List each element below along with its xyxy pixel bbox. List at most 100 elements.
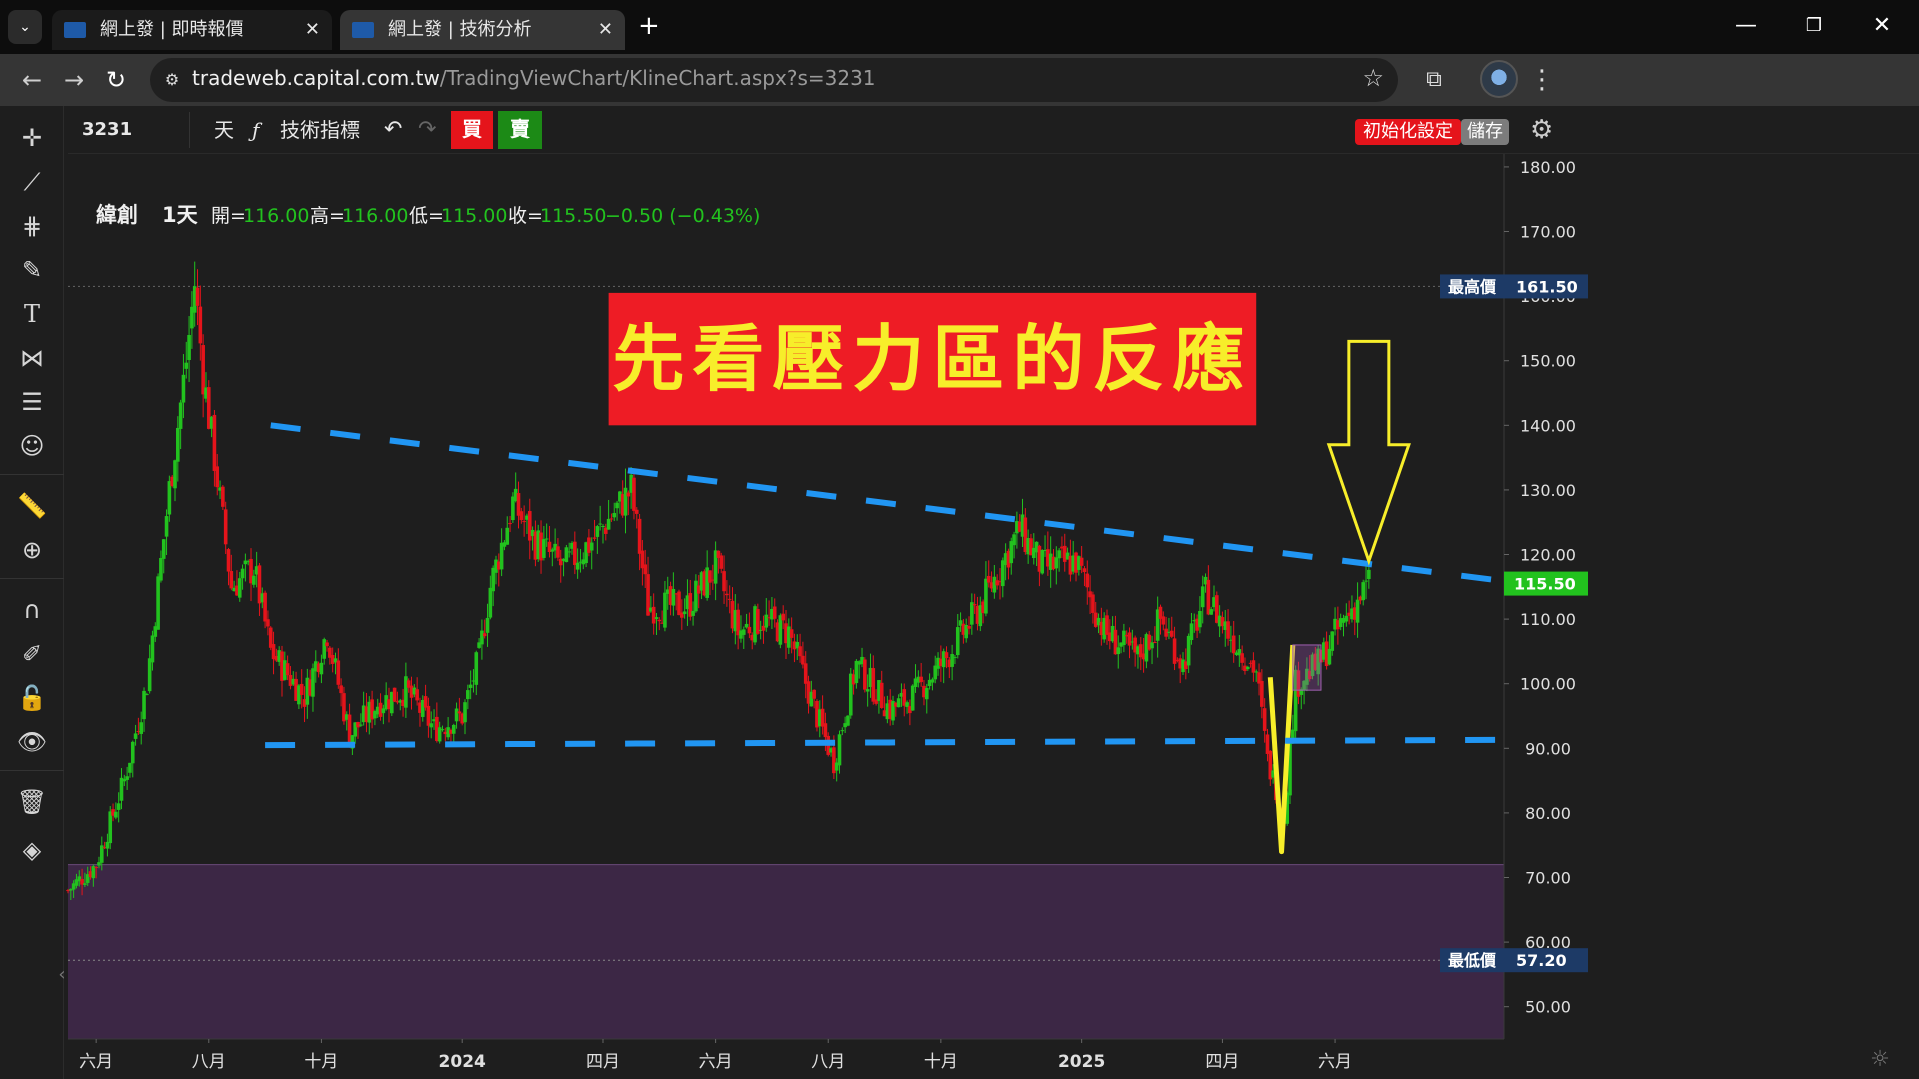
candle-body xyxy=(972,604,977,606)
reload-icon[interactable]: ↻ xyxy=(98,62,134,98)
indicators-button[interactable]: 技術指標 xyxy=(280,112,360,148)
candle-body xyxy=(778,615,783,645)
candle-body xyxy=(936,657,940,669)
candle-body xyxy=(291,678,296,685)
candle-body xyxy=(812,689,816,699)
candle-body xyxy=(556,546,560,558)
close-tab-icon[interactable]: ✕ xyxy=(598,10,613,50)
prediction-icon[interactable]: ☰ xyxy=(14,384,50,420)
candle-body xyxy=(1237,649,1242,656)
url-input[interactable]: ⚙ tradeweb.capital.com.tw/TradingViewCha… xyxy=(150,58,1398,102)
emoji-icon[interactable]: ☺ xyxy=(14,428,50,464)
address-bar: ← → ↻ ⚙ tradeweb.capital.com.tw/TradingV… xyxy=(0,54,1919,106)
sell-button[interactable]: 賣 xyxy=(498,111,542,149)
candle-body xyxy=(1358,596,1363,601)
candle-body xyxy=(888,699,892,719)
zoom-in-icon[interactable]: ⊕ xyxy=(14,532,50,568)
candle-body xyxy=(240,568,245,579)
site-favicon-icon xyxy=(352,22,374,38)
candle-body xyxy=(190,306,194,329)
candle-body xyxy=(1040,550,1045,574)
candle-body xyxy=(868,667,873,688)
candle-body xyxy=(1307,670,1312,680)
crosshair-icon[interactable]: ✛ xyxy=(14,120,50,156)
magnet-icon[interactable]: ∩ xyxy=(14,592,50,628)
candle-body xyxy=(257,565,262,604)
candle-body xyxy=(485,617,490,633)
candle-body xyxy=(553,543,557,551)
candle-body xyxy=(88,871,93,878)
bookmark-star-icon[interactable]: ☆ xyxy=(1362,64,1384,92)
candle-body xyxy=(660,622,664,624)
new-tab-button[interactable]: + xyxy=(638,12,660,40)
pitchfork-icon[interactable]: ⋕ xyxy=(14,208,50,244)
symbol-search[interactable]: 3231 xyxy=(68,112,190,148)
reset-settings-button[interactable]: 初始化設定 xyxy=(1355,119,1461,145)
chart-settings-gear-icon[interactable]: ⚙ xyxy=(1530,112,1553,148)
candle-body xyxy=(533,531,538,560)
candle-body xyxy=(499,542,504,570)
back-arrow-icon[interactable]: ← xyxy=(14,62,50,98)
close-window-icon[interactable]: ✕ xyxy=(1862,8,1902,44)
candle-body xyxy=(677,591,681,616)
minimize-icon[interactable]: — xyxy=(1726,8,1766,44)
candle-body xyxy=(668,586,673,605)
buy-button[interactable]: 買 xyxy=(451,111,493,149)
candle-body xyxy=(761,625,766,631)
annotation-text: 先看壓力區的反應 xyxy=(612,316,1252,401)
candle-body xyxy=(854,660,859,684)
candle-body xyxy=(708,570,712,583)
candle-body xyxy=(694,580,698,612)
time-tick-label: 六月 xyxy=(79,1052,113,1072)
candle-body xyxy=(764,614,769,628)
tab-search-chevron-icon[interactable]: ⌄ xyxy=(8,10,42,44)
ohlc-legend: 緯創 1天 開= 116.00 高= 116.00 低= 115.00 收= 1… xyxy=(96,203,760,227)
lowest-price-label: 最低價 xyxy=(1448,951,1497,970)
site-settings-icon[interactable]: ⚙ xyxy=(160,68,184,92)
trash-icon[interactable]: 🗑 xyxy=(14,784,50,820)
price-tick-label: 150.00 xyxy=(1520,352,1576,371)
profile-avatar[interactable] xyxy=(1480,60,1518,98)
ruler-icon[interactable]: 📏 xyxy=(14,488,50,524)
tab-realtime-quote[interactable]: 網上發 | 即時報價 ✕ xyxy=(52,10,332,50)
unlock-icon[interactable]: 🔓 xyxy=(14,680,50,716)
extensions-puzzle-icon[interactable]: ⧉ xyxy=(1416,62,1452,98)
candle-body xyxy=(243,560,248,565)
forward-arrow-icon[interactable]: → xyxy=(56,62,92,98)
lock-drawing-icon[interactable]: ✐ xyxy=(14,636,50,672)
site-favicon-icon xyxy=(64,22,86,38)
tab-technical-analysis[interactable]: 網上發 | 技術分析 ✕ xyxy=(340,10,625,50)
trend-line-icon[interactable]: ⟋ xyxy=(14,164,50,200)
legend-open-label: 開= xyxy=(211,205,246,227)
candle-body xyxy=(209,416,214,429)
price-chart[interactable]: 先看壓力區的反應 50.00 60.00 70.00 80.00 90.00 100.00… xyxy=(0,0,1919,1079)
save-button[interactable]: 儲存 xyxy=(1461,119,1509,145)
dip-highlight-mark xyxy=(1267,644,1296,855)
eye-icon[interactable]: 👁 xyxy=(14,724,50,760)
browser-menu-icon[interactable]: ⋮ xyxy=(1524,62,1560,98)
candle-body xyxy=(246,561,251,563)
candle-body xyxy=(344,714,349,720)
consolidation-box xyxy=(1292,644,1322,691)
candle-body xyxy=(1245,666,1250,670)
candle-body xyxy=(595,526,600,537)
candle-body xyxy=(184,362,189,369)
close-tab-icon[interactable]: ✕ xyxy=(305,10,320,50)
candle-body xyxy=(361,705,366,723)
brush-icon[interactable]: ✎ xyxy=(14,252,50,288)
candle-body xyxy=(1327,648,1332,665)
redo-icon[interactable]: ↷ xyxy=(418,112,436,148)
undo-icon[interactable]: ↶ xyxy=(384,112,402,148)
highest-price-tag: 最高價 161.50 xyxy=(1440,274,1588,299)
layers-icon[interactable]: ◈ xyxy=(14,832,50,868)
candle-body xyxy=(513,488,518,502)
interval-selector[interactable]: 天 xyxy=(204,112,244,148)
restore-icon[interactable]: ❐ xyxy=(1794,8,1834,44)
candle-body xyxy=(336,660,341,685)
candle-body xyxy=(606,518,611,530)
candle-body xyxy=(637,518,642,554)
candle-body xyxy=(702,571,707,596)
candle-body xyxy=(1153,642,1157,644)
text-icon[interactable]: T xyxy=(14,296,50,332)
pattern-icon[interactable]: ⋈ xyxy=(14,340,50,376)
